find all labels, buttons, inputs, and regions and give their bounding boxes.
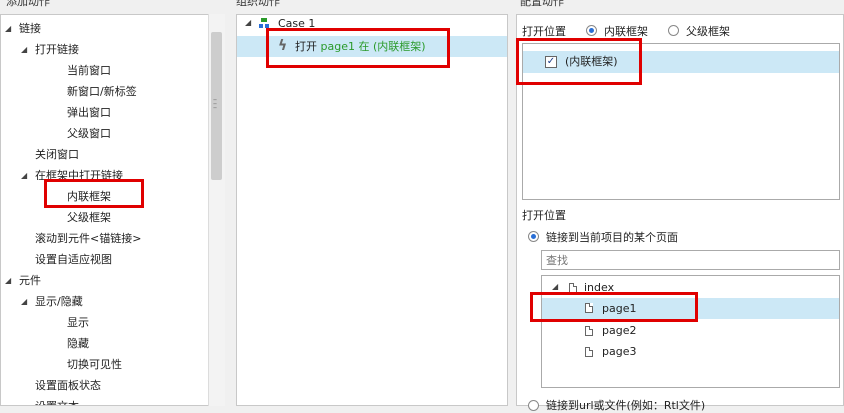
highlight-frame-item [516, 38, 642, 85]
action-tree-item[interactable]: 父级窗口 [1, 123, 209, 144]
action-tree-item-label: 父级框架 [67, 211, 111, 224]
left-panel-header: 添加动作 [6, 0, 50, 8]
action-tree-item-label: 父级窗口 [67, 127, 111, 140]
action-tree-item-label: 显示/隐藏 [35, 295, 83, 308]
link-url-radio-label[interactable]: 链接到url或文件(例如：Rtl文件) [546, 397, 705, 413]
action-tree-item-label: 当前窗口 [67, 64, 111, 77]
page3-icon [585, 347, 593, 357]
parent-frame-radio-label[interactable]: 父级框架 [686, 23, 730, 39]
scroll-grip-icon: – – – [213, 95, 217, 112]
action-tree-item-label: 设置自适应视图 [35, 253, 112, 266]
action-tree-item-label: 滚动到元件<锚链接> [35, 232, 142, 245]
action-tree-item-label: 新窗口/新标签 [67, 85, 137, 98]
action-tree-item-label: 元件 [19, 274, 41, 287]
action-tree-item-label: 设置文本 [35, 396, 79, 405]
action-tree-item-label: 打开链接 [35, 43, 79, 56]
action-tree-item[interactable]: 显示 [1, 312, 209, 333]
case-icon [259, 18, 269, 28]
middle-panel-header: 组织动作 [236, 0, 280, 8]
action-tree-item[interactable]: ◢ 打开链接 [1, 39, 209, 60]
action-tree-item[interactable]: 设置文本 [1, 396, 209, 405]
action-tree-item[interactable]: ◢ 链接 [1, 18, 209, 39]
add-action-tree[interactable]: ◢ 链接 ◢ 打开链接 当前窗口 新窗口/新标签 弹出窗口 父级窗口 关闭窗口 ◢ 在框架中打开链接… [0, 14, 225, 406]
action-tree-item-label: 隐藏 [67, 337, 89, 350]
expand-triangle-icon[interactable]: ◢ [21, 165, 31, 186]
action-tree-item[interactable]: 设置自适应视图 [1, 249, 209, 270]
action-tree-item-label: 弹出窗口 [67, 106, 111, 119]
page2-icon [585, 326, 593, 336]
inline-frame-radio-label[interactable]: 内联框架 [604, 23, 648, 39]
expand-triangle-icon[interactable]: ◢ [5, 18, 15, 39]
page-tree-item-page3[interactable]: page3 [602, 343, 636, 361]
right-panel-header: 配置动作 [520, 0, 564, 8]
action-tree-item[interactable]: 切换可见性 [1, 354, 209, 375]
highlight-inline-frame-option [44, 179, 144, 208]
highlight-action-row [266, 28, 450, 68]
action-tree-item[interactable]: 新窗口/新标签 [1, 81, 209, 102]
open-location-label: 打开位置 [522, 25, 566, 38]
parent-frame-radio[interactable] [668, 25, 679, 36]
expand-triangle-icon[interactable]: ◢ [21, 291, 31, 312]
action-tree-item[interactable]: ◢ 元件 [1, 270, 209, 291]
left-scrollbar[interactable]: – – – [208, 14, 225, 406]
action-tree-item[interactable]: 弹出窗口 [1, 102, 209, 123]
page-search-input[interactable] [541, 250, 840, 270]
case-expand-icon[interactable]: ◢ [245, 18, 251, 27]
action-tree-item-label: 关闭窗口 [35, 148, 79, 161]
organize-actions-panel[interactable]: ◢ Case 1 ϟ 打开 page1 在 (内联框架) [236, 14, 508, 406]
expand-triangle-icon[interactable]: ◢ [5, 270, 15, 291]
action-tree-item-label: 链接 [19, 22, 41, 35]
link-page-radio-label[interactable]: 链接到当前项目的某个页面 [546, 229, 678, 245]
action-tree-item[interactable]: 设置面板状态 [1, 375, 209, 396]
action-tree-item[interactable]: 当前窗口 [1, 60, 209, 81]
action-tree-item-label: 显示 [67, 316, 89, 329]
page-tree-item-page2[interactable]: page2 [602, 322, 636, 340]
action-tree-item[interactable]: 关闭窗口 [1, 144, 209, 165]
inline-frame-radio[interactable] [586, 25, 597, 36]
action-tree-item-label: 设置面板状态 [35, 379, 101, 392]
action-tree-item[interactable]: 滚动到元件<锚链接> [1, 228, 209, 249]
expand-triangle-icon[interactable]: ◢ [21, 39, 31, 60]
highlight-page1 [530, 292, 698, 322]
action-tree-item[interactable]: 父级框架 [1, 207, 209, 228]
link-page-radio[interactable] [528, 231, 539, 242]
open-location-section-label: 打开位置 [522, 209, 566, 222]
action-tree-item[interactable]: ◢ 显示/隐藏 [1, 291, 209, 312]
action-tree-item-label: 切换可见性 [67, 358, 122, 371]
action-tree-item[interactable]: 隐藏 [1, 333, 209, 354]
